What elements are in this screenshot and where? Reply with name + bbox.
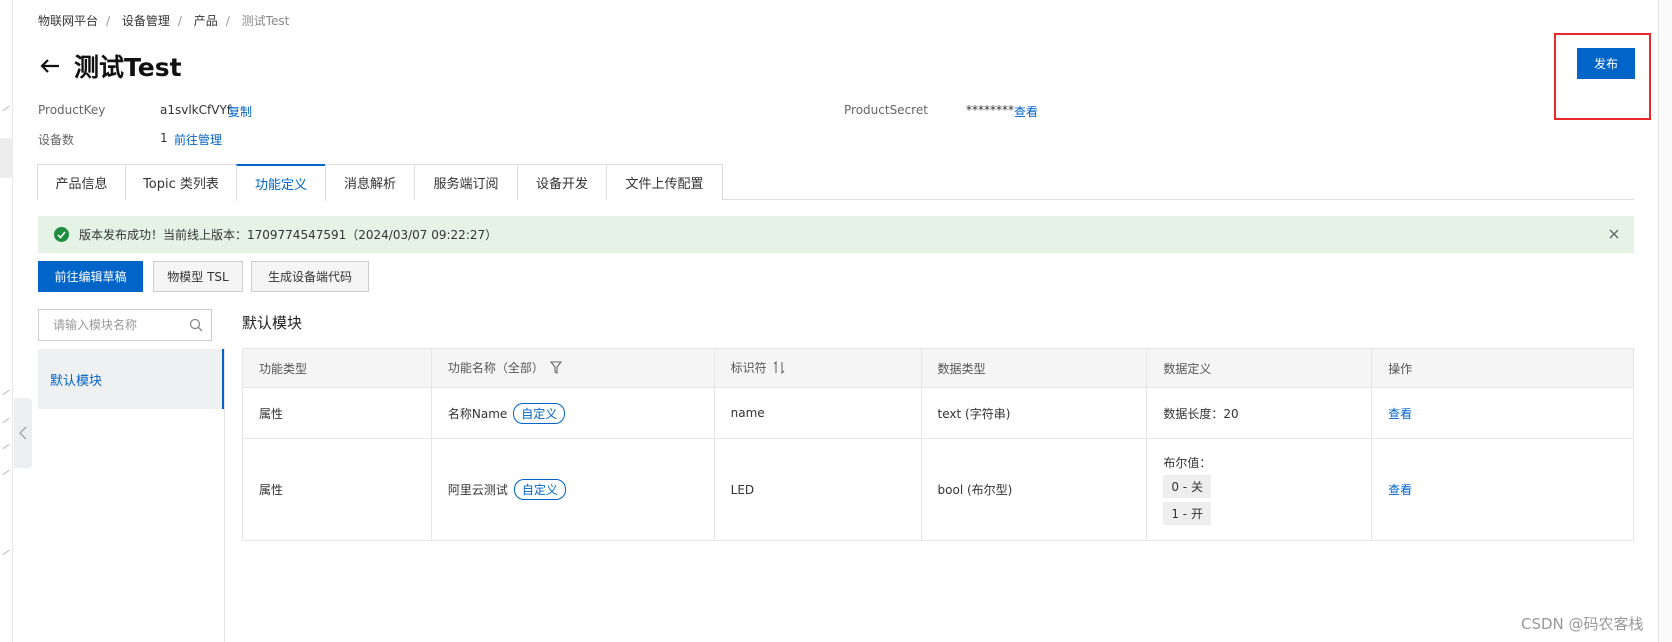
cell-identifier: LED [714, 438, 922, 541]
cell-actions: 查看 [1371, 387, 1634, 439]
table-header-row: 功能类型 功能名称（全部） 标识符 数据类型 数据定义 操作 [242, 348, 1634, 388]
left-nav-rail [0, 0, 13, 642]
tab-topic-list[interactable]: Topic 类列表 [125, 164, 237, 200]
cell-function-type: 属性 [242, 438, 432, 541]
back-arrow-icon[interactable] [36, 52, 64, 80]
module-search-input[interactable] [53, 318, 173, 332]
cell-actions: 查看 [1371, 438, 1634, 541]
tab-product-info[interactable]: 产品信息 [37, 164, 126, 200]
enum-value-off: 0 - 关 [1163, 475, 1211, 498]
product-secret-label: ProductSecret [844, 103, 928, 117]
chevron-left-icon [19, 426, 27, 440]
rail-tick [2, 469, 10, 476]
module-item-default[interactable]: 默认模块 [38, 349, 224, 409]
check-circle-icon [54, 227, 69, 242]
tab-device-development[interactable]: 设备开发 [517, 164, 607, 200]
alert-message: 版本发布成功！当前线上版本：1709774547591（2024/03/07 0… [79, 228, 498, 242]
manage-link[interactable]: 前往管理 [174, 131, 222, 148]
page-title: 测试Test [74, 53, 182, 82]
header-function-type: 功能类型 [242, 348, 432, 388]
cell-data-type: text (字符串) [921, 387, 1148, 439]
view-secret-link[interactable]: 查看 [1014, 103, 1038, 120]
enum-value-on: 1 - 开 [1163, 502, 1211, 525]
generate-code-button[interactable]: 生成设备端代码 [251, 261, 369, 292]
cell-data-type: bool (布尔型) [921, 438, 1148, 541]
rail-active-block [0, 138, 13, 178]
product-secret-value: ******** [966, 103, 1014, 117]
breadcrumb-product[interactable]: 产品 [194, 14, 218, 28]
cell-function-type: 属性 [242, 387, 432, 439]
title-row: 测试Test [36, 48, 182, 84]
cell-data-definition: 布尔值： 0 - 关 1 - 开 [1146, 438, 1373, 541]
product-key-label: ProductKey [38, 103, 106, 117]
module-list-divider [224, 348, 225, 642]
header-data-type: 数据类型 [921, 348, 1148, 388]
product-key-value: a1svlkCfVYf [160, 103, 231, 117]
tab-file-upload-config[interactable]: 文件上传配置 [606, 164, 723, 200]
function-table: 功能类型 功能名称（全部） 标识符 数据类型 数据定义 操作 属性 名称Name… [242, 348, 1634, 541]
right-scrollbar[interactable] [1658, 0, 1672, 642]
custom-tag: 自定义 [513, 402, 566, 424]
copy-link[interactable]: 复制 [228, 103, 252, 120]
breadcrumb: 物联网平台 / 设备管理 / 产品 / 测试Test [38, 14, 290, 28]
cell-identifier: name [714, 387, 922, 439]
success-alert: 版本发布成功！当前线上版本：1709774547591（2024/03/07 0… [38, 216, 1634, 253]
breadcrumb-current: 测试Test [241, 14, 290, 28]
search-icon[interactable] [189, 318, 203, 332]
breadcrumb-device-management[interactable]: 设备管理 [122, 14, 170, 28]
rail-tick [2, 443, 10, 450]
device-count-value: 1 [160, 131, 168, 145]
header-data-definition: 数据定义 [1146, 348, 1373, 388]
edit-draft-button[interactable]: 前往编辑草稿 [38, 261, 143, 292]
table-row: 属性 名称Name 自定义 name text (字符串) 数据长度：20 查看 [242, 387, 1634, 439]
view-link[interactable]: 查看 [1388, 483, 1412, 497]
rail-tick [2, 549, 10, 556]
rail-tick [2, 105, 10, 112]
close-icon[interactable] [1606, 226, 1622, 242]
tab-message-parsing[interactable]: 消息解析 [325, 164, 415, 200]
cell-data-definition: 数据长度：20 [1146, 387, 1373, 439]
rail-tick [2, 417, 10, 424]
device-count-label: 设备数 [38, 133, 75, 147]
cell-function-name: 名称Name 自定义 [431, 387, 715, 439]
filter-icon[interactable] [549, 361, 563, 377]
rail-tick [2, 389, 10, 396]
tsl-button[interactable]: 物模型 TSL [153, 261, 243, 292]
publish-button[interactable]: 发布 [1577, 48, 1635, 79]
header-identifier[interactable]: 标识符 [714, 348, 922, 388]
tab-function-definition[interactable]: 功能定义 [236, 164, 326, 201]
tab-server-subscription[interactable]: 服务端订阅 [414, 164, 518, 200]
module-search [38, 309, 212, 341]
watermark: CSDN @码农客栈 [1521, 615, 1644, 633]
view-link[interactable]: 查看 [1388, 407, 1412, 421]
cell-function-name: 阿里云测试 自定义 [431, 438, 715, 541]
breadcrumb-iot-platform[interactable]: 物联网平台 [38, 14, 98, 28]
bool-label: 布尔值： [1163, 456, 1212, 470]
header-actions: 操作 [1371, 348, 1634, 388]
sort-icon[interactable] [773, 360, 785, 377]
tab-bar: 产品信息 Topic 类列表 功能定义 消息解析 服务端订阅 设备开发 文件上传… [37, 164, 1634, 201]
module-title: 默认模块 [242, 314, 303, 332]
header-function-name[interactable]: 功能名称（全部） [431, 348, 715, 388]
custom-tag: 自定义 [513, 479, 566, 500]
sidebar-collapse-handle[interactable] [14, 398, 32, 468]
table-row: 属性 阿里云测试 自定义 LED bool (布尔型) 布尔值： 0 - 关 1 … [242, 438, 1634, 541]
